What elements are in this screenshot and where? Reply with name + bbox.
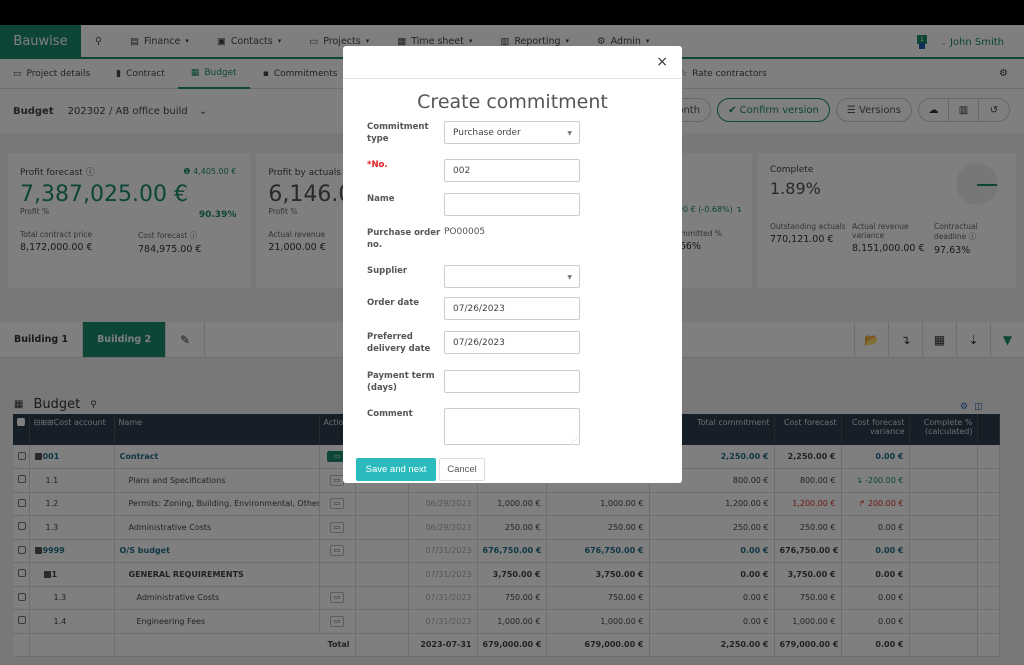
dropdown-caret-icon: ▼ xyxy=(567,130,572,137)
po-number-value: PO00005 xyxy=(444,227,486,237)
create-commitment-modal: × Create commitment Commitment type Purc… xyxy=(343,46,682,483)
cancel-button[interactable]: Cancel xyxy=(439,458,485,481)
save-and-next-button[interactable]: Save and next xyxy=(356,458,436,481)
delivery-date-input[interactable]: 07/26/2023 xyxy=(444,331,580,354)
supplier-select[interactable]: ▼ xyxy=(444,265,580,288)
comment-textarea[interactable] xyxy=(444,408,580,445)
number-input[interactable]: 002 xyxy=(444,159,580,182)
close-icon[interactable]: × xyxy=(656,54,668,70)
name-input[interactable] xyxy=(444,193,580,216)
payment-term-input[interactable] xyxy=(444,370,580,393)
dropdown-caret-icon: ▼ xyxy=(567,274,572,281)
modal-title: Create commitment xyxy=(417,91,608,113)
order-date-input[interactable]: 07/26/2023 xyxy=(444,297,580,320)
commitment-type-select[interactable]: Purchase order ▼ xyxy=(444,121,580,144)
